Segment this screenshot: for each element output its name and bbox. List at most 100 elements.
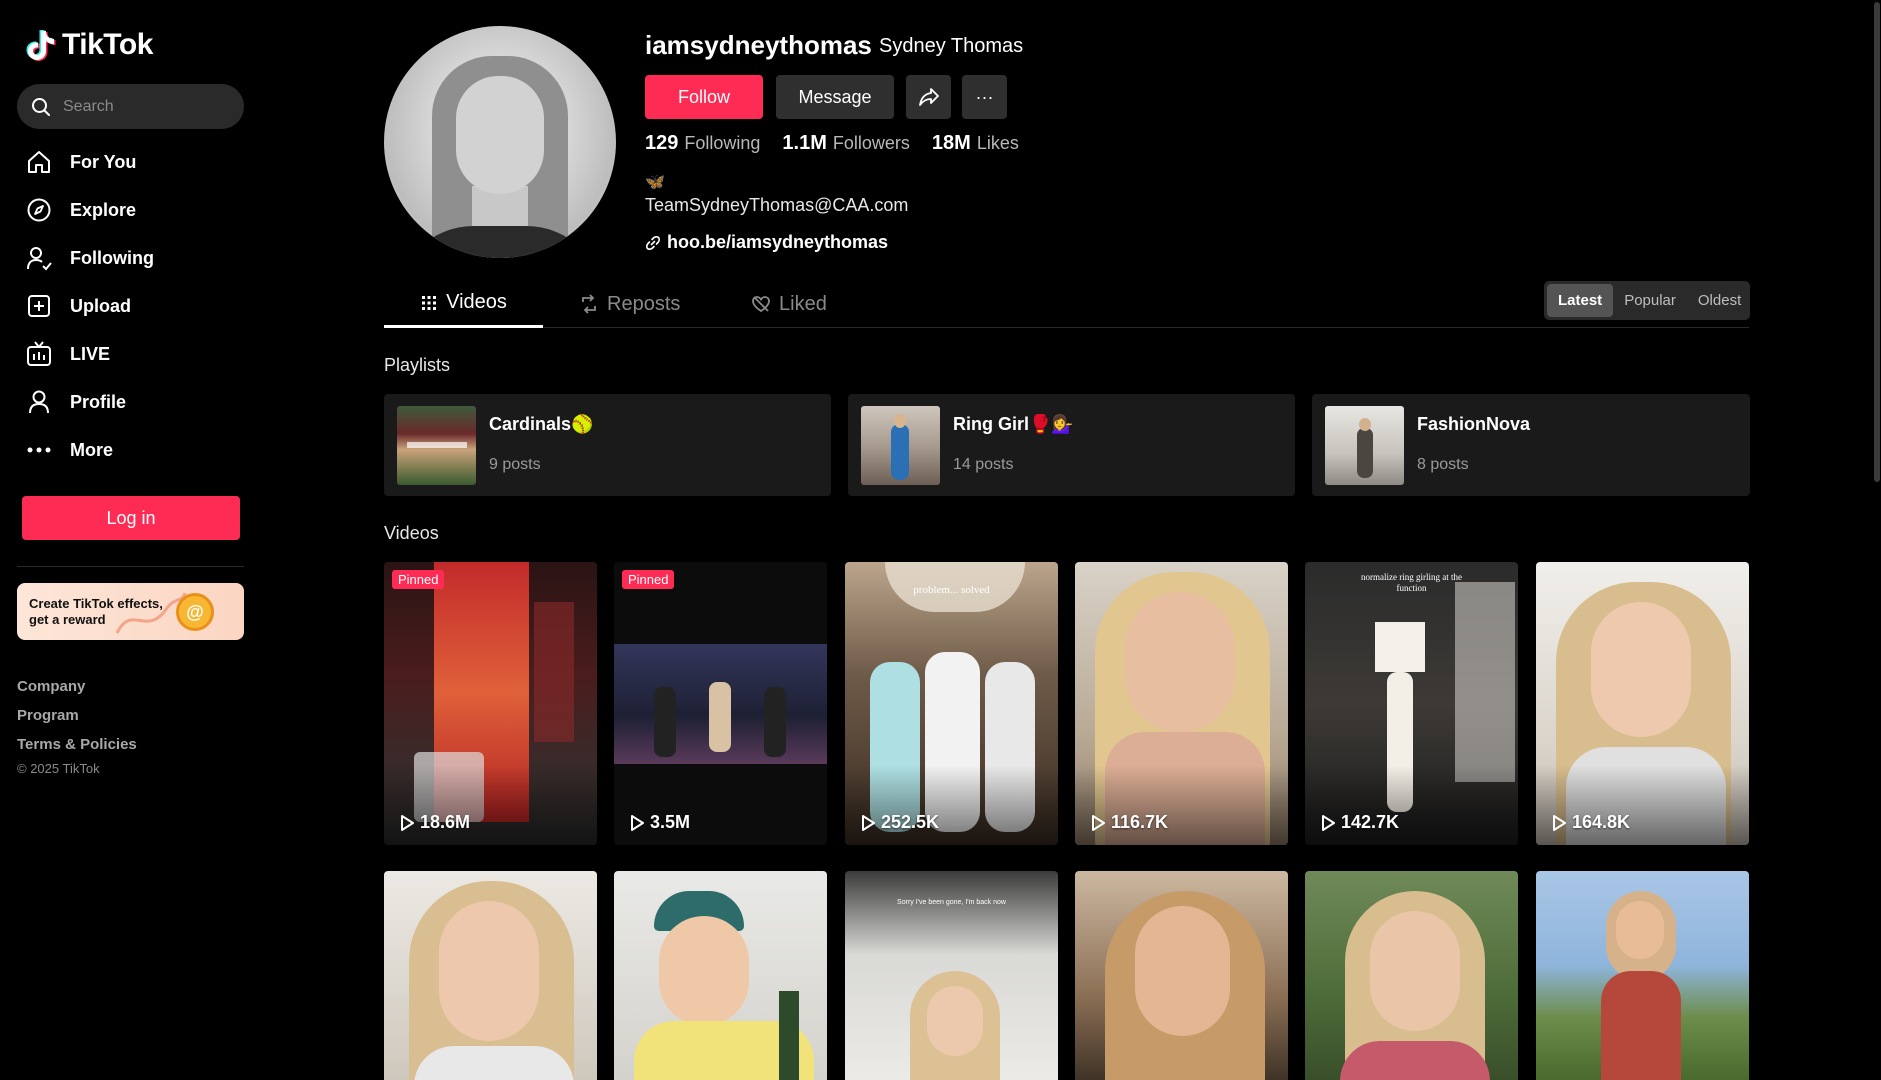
home-icon: [28, 151, 50, 173]
videos-heading: Videos: [384, 523, 439, 543]
playlists-heading: Playlists: [384, 355, 451, 375]
sidebar-item-explore[interactable]: Explore: [26, 186, 246, 234]
bio-email: TeamSydneyThomas@CAA.com: [645, 195, 909, 215]
sort-popular[interactable]: Popular: [1613, 284, 1687, 317]
promo-text: Create TikTok effects, get a reward: [29, 596, 163, 627]
video-views: 3.5M: [630, 812, 690, 833]
sidebar-item-label: Upload: [70, 295, 131, 316]
sidebar: TikTok For You Explore Following Upload …: [0, 0, 260, 1080]
live-tv-icon: [27, 341, 51, 366]
scrollbar-thumb[interactable]: [1874, 2, 1880, 482]
sidebar-item-live[interactable]: LIVE: [26, 330, 246, 378]
more-options-button[interactable]: ···: [962, 75, 1007, 119]
tab-reposts[interactable]: Reposts: [579, 280, 680, 328]
video-views: 116.7K: [1091, 812, 1168, 833]
tab-label: Videos: [446, 291, 507, 313]
video-card[interactable]: problem... solved 252.5K: [845, 562, 1058, 845]
sidebar-item-following[interactable]: Following: [26, 234, 246, 282]
video-card[interactable]: Pinned 3.5M: [614, 562, 827, 845]
sort-toggle: Latest Popular Oldest: [1544, 281, 1750, 320]
footer-links: Company Program Terms & Policies © 2025 …: [17, 672, 137, 776]
stat-followers[interactable]: 1.1M Followers: [782, 132, 910, 155]
footer-link-program[interactable]: Program: [17, 701, 137, 730]
sidebar-item-profile[interactable]: Profile: [26, 378, 246, 426]
video-card[interactable]: [614, 871, 827, 1080]
bio-link[interactable]: hoo.be/iamsydneythomas: [645, 232, 888, 253]
video-views: 18.6M: [400, 812, 470, 833]
video-views: 164.8K: [1552, 812, 1630, 833]
bio-emoji: 🦋: [645, 174, 665, 191]
video-overlay-text: normalize ring girling at the function: [1361, 572, 1462, 593]
reward-coin-icon: @: [176, 593, 214, 631]
sidebar-item-label: Following: [70, 247, 154, 268]
pinned-badge: Pinned: [622, 570, 675, 589]
sidebar-item-label: More: [70, 439, 114, 460]
search-input[interactable]: [63, 97, 223, 116]
profile-username: iamsydneythomas: [645, 30, 872, 60]
sidebar-item-more[interactable]: More: [26, 426, 246, 474]
sidebar-item-label: For You: [70, 151, 137, 172]
sidebar-item-upload[interactable]: Upload: [26, 282, 246, 330]
playlist-thumbnail: [1325, 406, 1404, 485]
user-follow-icon: [27, 247, 52, 271]
copyright: © 2025 TikTok: [17, 761, 100, 776]
play-icon: [1322, 814, 1335, 831]
playlist-card[interactable]: Cardinals🥎 9 posts: [384, 394, 831, 496]
video-card[interactable]: Sorry I've been gone, I'm back now: [845, 871, 1058, 1080]
page-scrollbar[interactable]: [1873, 0, 1881, 1080]
tab-liked[interactable]: Liked: [751, 280, 827, 328]
sidebar-item-for-you[interactable]: For You: [26, 138, 246, 186]
profile-icon: [29, 390, 49, 414]
search-icon: [32, 97, 50, 116]
sort-latest[interactable]: Latest: [1547, 284, 1614, 317]
tab-label: Reposts: [607, 292, 681, 315]
playlist-card[interactable]: Ring Girl🥊💁‍♀️ 14 posts: [848, 394, 1295, 496]
repost-icon: [582, 294, 596, 314]
effects-promo-banner[interactable]: Create TikTok effects, get a reward @: [17, 583, 244, 640]
tab-videos[interactable]: Videos: [384, 280, 543, 328]
play-icon: [1092, 814, 1105, 831]
profile-avatar[interactable]: [384, 26, 616, 258]
link-icon: [646, 235, 660, 250]
profile-display-name: Sydney Thomas: [879, 35, 1024, 57]
playlist-count: 9 posts: [489, 456, 541, 473]
login-button[interactable]: Log in: [22, 496, 240, 540]
sidebar-item-label: Explore: [70, 199, 137, 220]
video-views: 252.5K: [861, 812, 939, 833]
message-button[interactable]: Message: [776, 75, 894, 119]
sort-oldest[interactable]: Oldest: [1687, 284, 1752, 317]
profile-stats: 129 Following 1.1M Followers 18M Likes: [645, 132, 1019, 155]
tiktok-logo-icon: [26, 30, 56, 61]
footer-link-terms[interactable]: Terms & Policies: [17, 730, 137, 759]
bio-link-text: hoo.be/iamsydneythomas: [667, 232, 889, 252]
follow-button[interactable]: Follow: [645, 75, 763, 119]
video-card[interactable]: 164.8K: [1536, 562, 1749, 845]
video-card[interactable]: [384, 871, 597, 1080]
playlist-name: Ring Girl🥊💁‍♀️: [953, 414, 1074, 434]
sidebar-nav: For You Explore Following Upload LIVE Pr…: [26, 138, 246, 474]
video-card[interactable]: [1536, 871, 1749, 1080]
play-icon: [401, 814, 414, 831]
sidebar-divider: [17, 566, 244, 567]
playlist-thumbnail: [397, 406, 476, 485]
playlist-count: 8 posts: [1417, 456, 1469, 473]
brand-name: TikTok: [62, 28, 153, 61]
share-button[interactable]: [906, 75, 951, 119]
playlist-card[interactable]: FashionNova 8 posts: [1312, 394, 1750, 496]
grid-icon: [422, 295, 437, 310]
playlist-thumbnail: [861, 406, 940, 485]
video-views: 142.7K: [1321, 812, 1399, 833]
play-icon: [631, 814, 644, 831]
playlist-name: FashionNova: [1417, 414, 1531, 434]
video-card[interactable]: [1075, 871, 1288, 1080]
video-card[interactable]: Pinned 18.6M: [384, 562, 597, 845]
video-card[interactable]: 116.7K: [1075, 562, 1288, 845]
video-card[interactable]: normalize ring girling at the function 1…: [1305, 562, 1518, 845]
footer-link-company[interactable]: Company: [17, 672, 137, 701]
tiktok-logo[interactable]: TikTok: [26, 28, 153, 62]
play-icon: [1553, 814, 1566, 831]
stat-following[interactable]: 129 Following: [645, 132, 760, 155]
video-card[interactable]: [1305, 871, 1518, 1080]
playlist-name: Cardinals🥎: [489, 414, 594, 434]
search-bar[interactable]: [17, 84, 244, 129]
